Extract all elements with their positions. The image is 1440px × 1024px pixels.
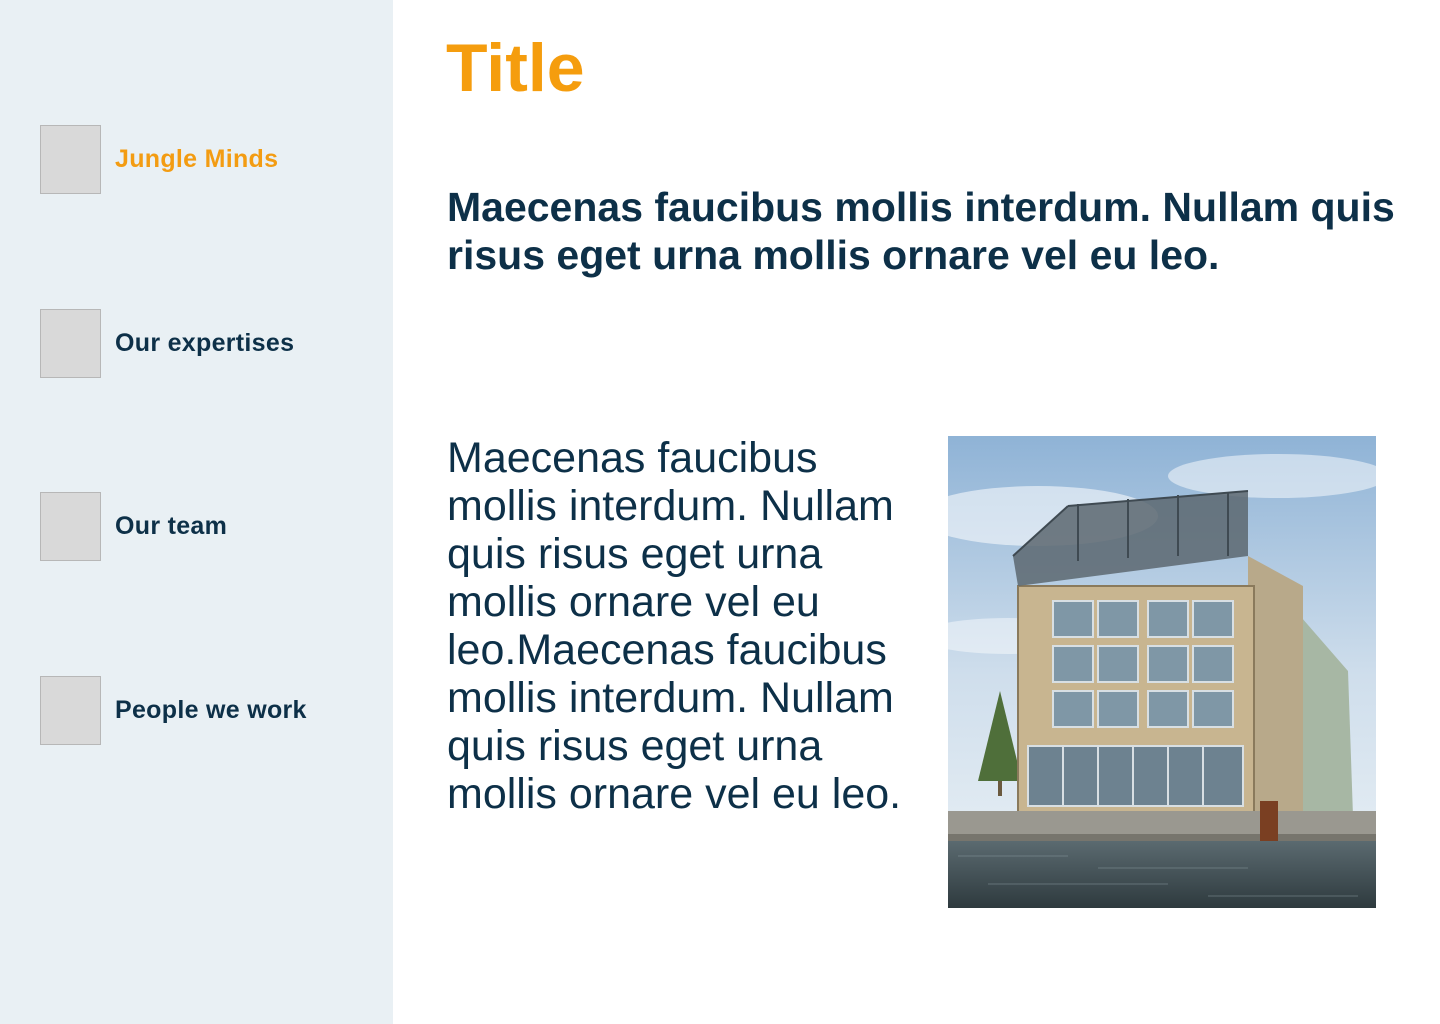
sidebar-item-our-team[interactable]: Our team <box>40 490 380 562</box>
sidebar-item-label: Our expertises <box>115 328 295 357</box>
thumbnail-placeholder <box>40 124 101 194</box>
thumbnail-placeholder <box>40 491 101 561</box>
sidebar-item-our-expertises[interactable]: Our expertises <box>40 307 380 379</box>
body-text: Maecenas faucibus mollis interdum. Nulla… <box>447 434 902 818</box>
thumbnail-placeholder <box>40 308 101 378</box>
sidebar-item-label: Our team <box>115 511 228 540</box>
intro-text: Maecenas faucibus mollis interdum. Nulla… <box>447 184 1395 278</box>
page-title: Title <box>446 30 585 106</box>
sidebar-item-jungle-minds[interactable]: Jungle Minds <box>40 123 380 195</box>
sidebar-item-label: People we work <box>115 695 307 724</box>
sidebar-item-label: Jungle Minds <box>115 144 279 173</box>
thumbnail-placeholder <box>40 675 101 745</box>
sidebar-item-people-we-work[interactable]: People we work <box>40 674 380 746</box>
building-photo <box>948 436 1376 908</box>
sidebar: Jungle Minds Our expertises Our team Peo… <box>0 0 393 1024</box>
